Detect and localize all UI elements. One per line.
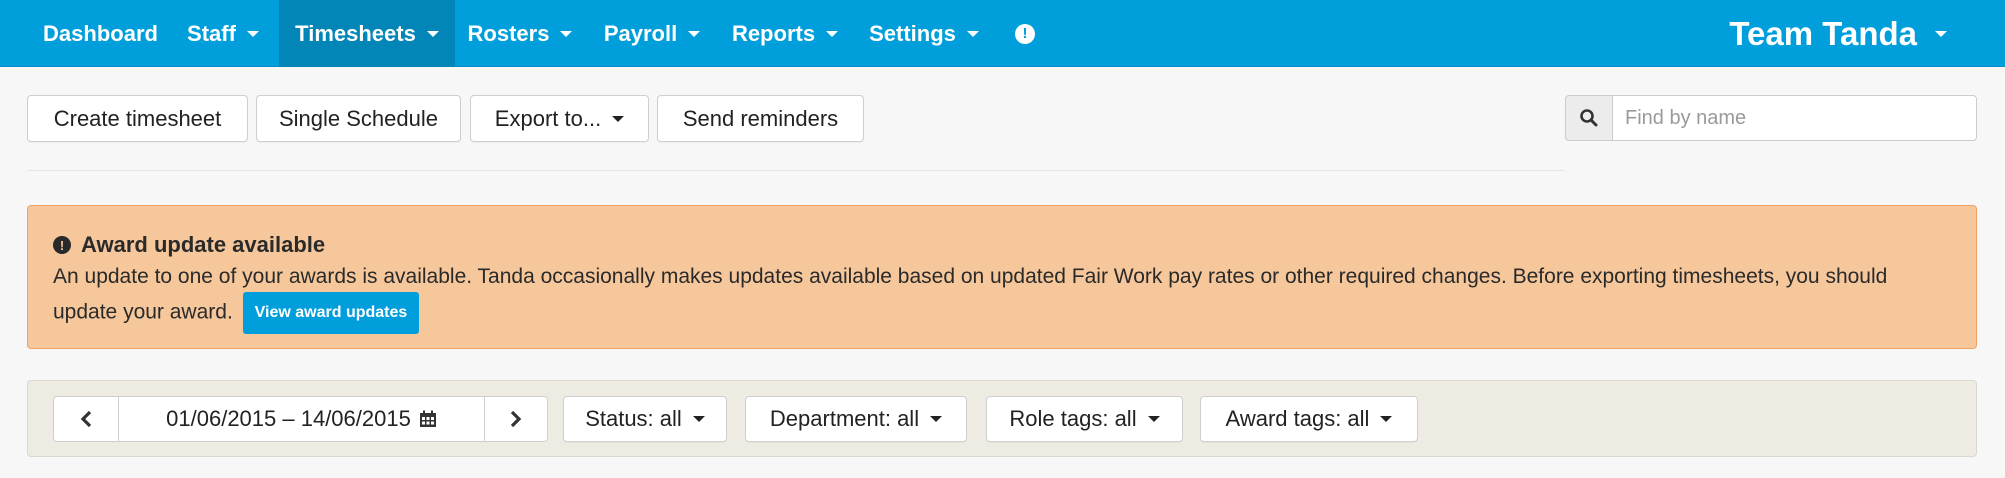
nav-alerts[interactable]: ! — [1005, 0, 1045, 67]
chevron-down-icon — [1147, 416, 1160, 422]
chevron-right-icon — [510, 410, 522, 428]
nav-reports[interactable]: Reports — [724, 0, 846, 67]
team-menu[interactable]: Team Tanda — [1729, 0, 1947, 67]
nav-dashboard-label: Dashboard — [43, 20, 158, 46]
create-timesheet-label: Create timesheet — [53, 105, 222, 131]
chevron-down-icon — [692, 416, 705, 422]
exclamation-circle-icon: ! — [1015, 23, 1035, 44]
chevron-down-icon — [688, 30, 701, 37]
nav-dashboard[interactable]: Dashboard — [28, 0, 173, 67]
chevron-down-icon — [1380, 416, 1393, 422]
alert-title-text: Award update available — [81, 232, 326, 257]
award-tags-filter[interactable]: Award tags: all — [1200, 396, 1418, 442]
single-schedule-button[interactable]: Single Schedule — [256, 95, 461, 142]
chevron-down-icon — [560, 30, 573, 37]
chevron-down-icon — [1935, 30, 1947, 37]
search-input[interactable] — [1612, 95, 1977, 141]
department-filter[interactable]: Department: all — [745, 396, 967, 442]
nav-rosters[interactable]: Rosters — [462, 0, 578, 67]
nav-staff[interactable]: Staff — [178, 0, 268, 67]
nav-settings[interactable]: Settings — [863, 0, 985, 67]
award-tags-filter-label: Award tags: all — [1225, 406, 1370, 431]
alert-body: An update to one of your awards is avail… — [53, 262, 1953, 334]
send-reminders-label: Send reminders — [682, 105, 839, 131]
single-schedule-label: Single Schedule — [278, 105, 438, 131]
chevron-down-icon — [930, 416, 943, 422]
next-period-button[interactable] — [485, 397, 547, 441]
nav-timesheets-label: Timesheets — [295, 20, 416, 46]
create-timesheet-button[interactable]: Create timesheet — [27, 95, 248, 142]
role-tags-filter[interactable]: Role tags: all — [986, 396, 1183, 442]
team-name: Team Tanda — [1729, 14, 1917, 52]
top-navbar: Dashboard Staff Timesheets Rosters Payro… — [0, 0, 2005, 67]
filter-panel: 01/06/2015 – 14/06/2015 Status: all Depa… — [27, 380, 1977, 457]
department-filter-label: Department: all — [769, 406, 920, 431]
nav-payroll-label: Payroll — [603, 20, 678, 46]
date-range-label: 01/06/2015 – 14/06/2015 — [166, 406, 411, 431]
date-range-button[interactable]: 01/06/2015 – 14/06/2015 — [119, 397, 485, 441]
alert-title: ! Award update available — [53, 232, 325, 258]
view-award-updates-button[interactable]: View award updates — [242, 292, 420, 334]
send-reminders-button[interactable]: Send reminders — [657, 95, 864, 142]
chevron-left-icon — [80, 410, 92, 428]
nav-settings-label: Settings — [869, 20, 956, 46]
chevron-down-icon — [826, 30, 839, 37]
search-group — [1565, 95, 1977, 141]
search-icon[interactable] — [1565, 95, 1612, 141]
nav-timesheets[interactable]: Timesheets — [279, 0, 455, 67]
date-range-picker: 01/06/2015 – 14/06/2015 — [53, 396, 548, 442]
exclamation-circle-icon: ! — [53, 236, 71, 254]
nav-rosters-label: Rosters — [467, 20, 550, 46]
nav-payroll[interactable]: Payroll — [597, 0, 707, 67]
nav-reports-label: Reports — [731, 20, 816, 46]
calendar-icon — [419, 410, 436, 427]
divider — [27, 170, 1565, 171]
chevron-down-icon — [612, 115, 625, 122]
role-tags-filter-label: Role tags: all — [1009, 406, 1137, 431]
previous-period-button[interactable] — [54, 397, 119, 441]
nav-staff-label: Staff — [187, 20, 236, 46]
status-filter-label: Status: all — [585, 406, 682, 431]
export-to-button[interactable]: Export to... — [470, 95, 649, 142]
chevron-down-icon — [426, 30, 439, 37]
chevron-down-icon — [246, 30, 259, 37]
chevron-down-icon — [966, 30, 979, 37]
award-update-alert: ! Award update available An update to on… — [27, 205, 1977, 349]
export-to-label: Export to... — [494, 105, 602, 131]
status-filter[interactable]: Status: all — [563, 396, 727, 442]
